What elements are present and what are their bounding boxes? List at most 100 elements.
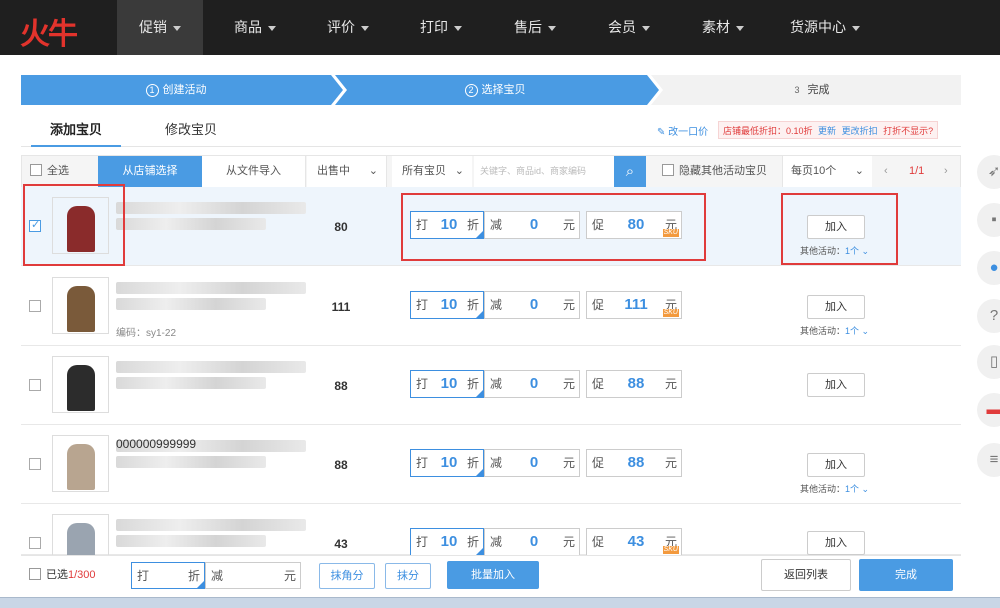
sku-tag-icon: SKU xyxy=(662,546,679,554)
product-thumbnail[interactable] xyxy=(52,435,109,492)
add-button[interactable]: 加入 xyxy=(807,295,865,319)
all-items-select[interactable]: 所有宝贝 ⌄ xyxy=(392,156,472,187)
add-button[interactable]: 加入 xyxy=(807,453,865,477)
add-button[interactable]: 加入 xyxy=(807,531,865,555)
reduce-value: 0 xyxy=(529,533,539,550)
help-icon[interactable]: ? xyxy=(977,299,1000,333)
yuan-label: 元 xyxy=(562,298,575,312)
promo-price-field[interactable]: 促 43 元 SKU xyxy=(586,528,682,556)
list-icon[interactable]: ≡ xyxy=(977,443,1000,477)
chevron-down-icon xyxy=(361,25,369,31)
brand-logo[interactable]: 火牛 xyxy=(20,9,90,52)
chevron-right-icon: › xyxy=(944,165,948,177)
update-link[interactable]: 更新 xyxy=(818,126,836,136)
reduce-value: 0 xyxy=(529,296,539,313)
from-store-button[interactable]: 从店铺选择 xyxy=(98,156,202,187)
finish-button[interactable]: 完成 xyxy=(859,559,953,591)
on-sale-select[interactable]: 出售中 ⌄ xyxy=(307,156,387,187)
selected-counter: 已选1/300 xyxy=(29,561,96,589)
blurred-title xyxy=(116,202,306,214)
yuan-label: 元 xyxy=(562,377,575,391)
nav-materials[interactable]: 素材 xyxy=(680,0,766,55)
bird-icon[interactable]: ● xyxy=(977,251,1000,285)
product-thumbnail[interactable] xyxy=(52,277,109,334)
discount-value: 10 xyxy=(440,533,458,550)
resize-corner-icon xyxy=(476,469,483,476)
step-number: 3 xyxy=(790,84,804,97)
phone-icon[interactable]: ▯ xyxy=(977,345,1000,379)
discount-info: 店铺最低折扣：0.10折 更新 更改折扣 打折不显示? xyxy=(718,121,939,139)
on-sale-label: 出售中 xyxy=(317,165,350,177)
row-checkbox[interactable] xyxy=(29,537,41,549)
batch-add-button[interactable]: 批量加入 xyxy=(447,561,539,589)
nav-reviews[interactable]: 评价 xyxy=(305,0,391,55)
chevron-down-icon xyxy=(642,25,650,31)
per-page-select[interactable]: 每页10个 ⌄ xyxy=(782,156,872,187)
nav-print[interactable]: 打印 xyxy=(398,0,484,55)
product-row: 88 打 10 折减 0 元促 88 元加入 xyxy=(21,346,961,425)
rocket-icon[interactable]: ➶ xyxy=(977,155,1000,189)
product-title[interactable]: 000000999999 xyxy=(116,437,196,451)
code-value: sy1-22 xyxy=(146,328,177,339)
next-page-button[interactable]: › xyxy=(944,156,948,187)
nav-aftersale[interactable]: 售后 xyxy=(492,0,578,55)
row-checkbox[interactable] xyxy=(29,458,41,470)
tab-modify-items[interactable]: 修改宝贝 xyxy=(146,115,236,147)
tab-add-items[interactable]: 添加宝贝 xyxy=(31,115,121,147)
nav-products[interactable]: 商品 xyxy=(212,0,298,55)
other-activity[interactable]: 其他活动：1个 ⌄ xyxy=(800,482,869,495)
nav-label: 商品 xyxy=(234,19,262,35)
hide-other-label: 隐藏其他活动宝贝 xyxy=(679,165,767,177)
round-fen-button[interactable]: 抹分 xyxy=(385,563,431,589)
nav-label: 会员 xyxy=(608,19,636,35)
da-label: 打 xyxy=(416,377,429,391)
selected-checkbox[interactable] xyxy=(29,568,41,581)
discount-field[interactable]: 打 10 折 xyxy=(410,528,484,556)
batch-reduce-field[interactable]: 减元 xyxy=(205,562,301,589)
from-file-button[interactable]: 从文件导入 xyxy=(202,156,306,187)
promo-price-field[interactable]: 促 88 元 xyxy=(586,449,682,477)
batch-discount-field[interactable]: 打折 xyxy=(131,562,205,589)
product-thumbnail[interactable] xyxy=(52,356,109,413)
reduce-field[interactable]: 减 0 元 xyxy=(484,370,580,398)
nav-promotion[interactable]: 促销 xyxy=(117,0,203,55)
chevron-down-icon: ⌄ xyxy=(859,326,870,336)
red-packet-icon[interactable]: ▬ xyxy=(977,393,1000,427)
prev-page-button[interactable]: ‹ xyxy=(884,156,888,187)
chevron-down-icon xyxy=(454,25,462,31)
step-finish: 3 完成 xyxy=(660,75,960,105)
add-button[interactable]: 加入 xyxy=(807,373,865,397)
nav-members[interactable]: 会员 xyxy=(586,0,672,55)
reduce-field[interactable]: 减 0 元 xyxy=(484,291,580,319)
search-button[interactable]: ⌕ xyxy=(614,156,646,187)
change-discount-link[interactable]: 更改折扣 xyxy=(842,126,878,136)
search-input[interactable]: 关键字、商品id、商家编码 xyxy=(474,156,614,187)
round-jiao-button[interactable]: 抹角分 xyxy=(319,563,375,589)
promo-price-field[interactable]: 促 111 元 SKU xyxy=(586,291,682,319)
row-checkbox[interactable] xyxy=(29,300,41,312)
reduce-field[interactable]: 减 0 元 xyxy=(484,528,580,556)
back-to-list-button[interactable]: 返回列表 xyxy=(761,559,851,591)
promo-price-field[interactable]: 促 88 元 xyxy=(586,370,682,398)
hide-other-activity[interactable]: 隐藏其他活动宝贝 xyxy=(662,156,767,187)
yuan-label: 元 xyxy=(664,456,677,470)
row-checkbox[interactable] xyxy=(29,379,41,391)
select-all[interactable]: 全选 xyxy=(30,156,69,187)
hide-other-checkbox[interactable] xyxy=(662,164,674,177)
nav-supply-center[interactable]: 货源中心 xyxy=(770,0,880,55)
change-price-link[interactable]: ✎ 改一口价 xyxy=(657,123,708,138)
discount-not-shown-link[interactable]: 打折不显示? xyxy=(883,126,933,136)
other-activity[interactable]: 其他活动：1个 ⌄ xyxy=(800,324,869,337)
discount-field[interactable]: 打 10 折 xyxy=(410,291,484,319)
discount-field[interactable]: 打 10 折 xyxy=(410,449,484,477)
reduce-field[interactable]: 减 0 元 xyxy=(484,449,580,477)
chat-icon[interactable]: ▪ xyxy=(977,203,1000,237)
discount-field[interactable]: 打 10 折 xyxy=(410,370,484,398)
right-floating-toolbar: ➶ ▪ ● ? ▯ ▬ ≡ xyxy=(975,155,1000,490)
select-all-checkbox[interactable] xyxy=(30,164,42,177)
chevron-down-icon: ⌄ xyxy=(854,165,864,177)
jian-label: 减 xyxy=(490,298,503,312)
promo-value: 111 xyxy=(624,296,648,313)
jian-label: 减 xyxy=(211,569,224,583)
chevron-down-icon xyxy=(852,25,860,31)
